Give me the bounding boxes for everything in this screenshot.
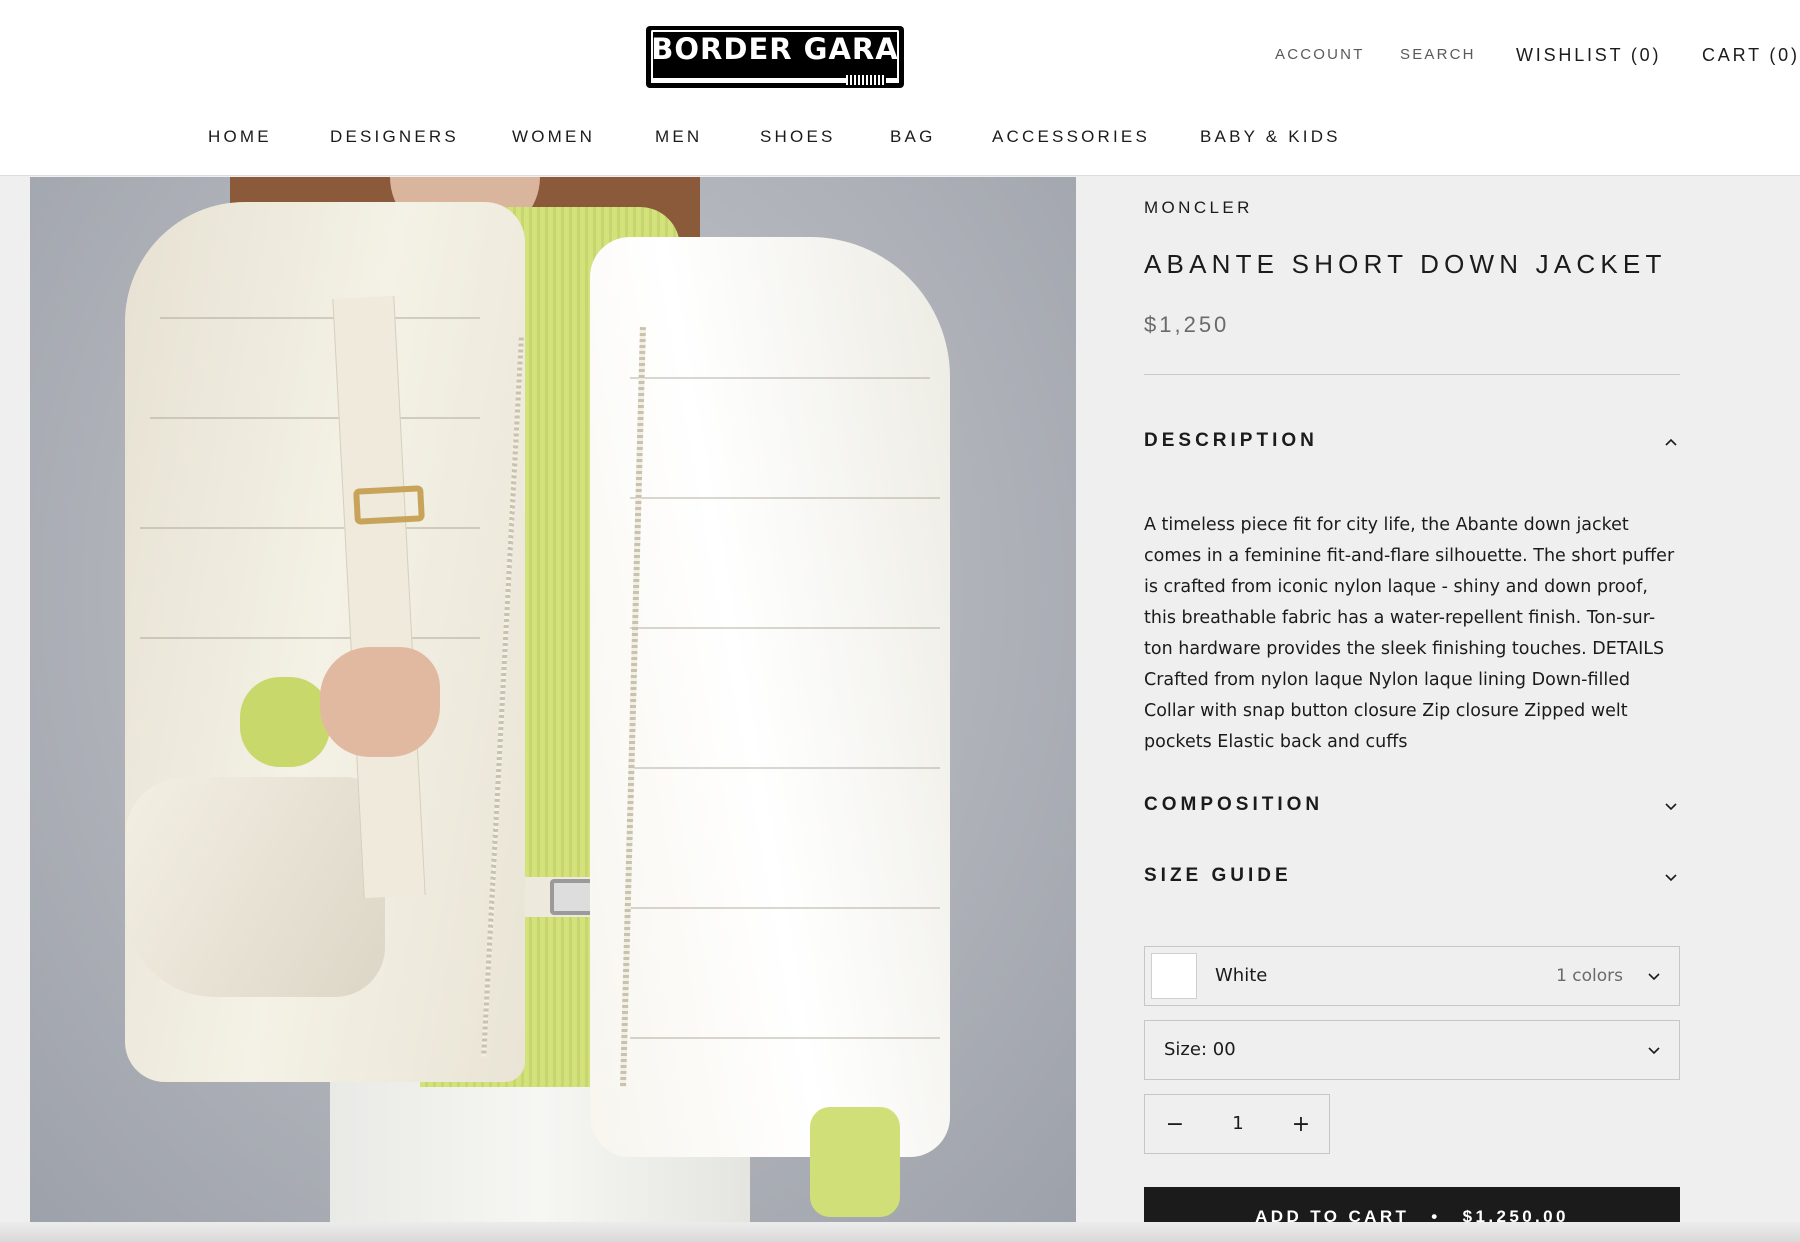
jacket-quilt-line [160, 317, 480, 319]
nav-item-home[interactable]: HOME [208, 127, 272, 147]
left-cuff [240, 677, 330, 767]
size-guide-title: SIZE GUIDE [1144, 865, 1292, 886]
jacket-quilt-line [630, 767, 940, 769]
product-vendor[interactable]: MONCLER [1144, 198, 1253, 218]
window-bottom-edge [0, 1222, 1800, 1242]
product-title: ABANTE SHORT DOWN JACKET [1144, 249, 1667, 279]
search-link[interactable]: SEARCH [1400, 46, 1476, 63]
composition-title: COMPOSITION [1144, 794, 1324, 815]
quantity-value[interactable]: 1 [1205, 1095, 1271, 1153]
jacket-quilt-line [630, 1037, 940, 1039]
logo-barcode [846, 75, 886, 85]
description-toggle[interactable]: DESCRIPTION [1144, 427, 1680, 457]
product-image[interactable] [30, 177, 1076, 1222]
size-label: Size: 00 [1164, 1039, 1236, 1060]
quantity-decrease-button[interactable]: − [1145, 1095, 1205, 1153]
jacket-quilt-line [630, 497, 940, 499]
right-cuff [810, 1107, 900, 1217]
composition-toggle[interactable]: COMPOSITION [1144, 791, 1680, 821]
size-guide-toggle[interactable]: SIZE GUIDE [1144, 862, 1680, 892]
chevron-down-icon [1648, 1047, 1660, 1055]
nav-item-women[interactable]: WOMEN [512, 127, 595, 147]
strap-buckle [353, 485, 425, 525]
color-name: White [1215, 965, 1268, 986]
description-text: A timeless piece fit for city life, the … [1144, 515, 1675, 752]
nav-item-accessories[interactable]: ACCESSORIES [992, 127, 1150, 147]
color-selector[interactable]: White 1 colors [1144, 946, 1680, 1006]
chevron-up-icon [1665, 438, 1677, 446]
model-hand [320, 647, 440, 757]
jacket-quilt-line [630, 627, 940, 629]
description-title: DESCRIPTION [1144, 430, 1318, 451]
cart-link[interactable]: CART (0) [1702, 45, 1800, 66]
jacket-quilt-line [140, 637, 480, 639]
puffer-bag [125, 777, 385, 997]
nav-item-baby-kids[interactable]: BABY & KIDS [1200, 127, 1341, 147]
chevron-down-icon [1665, 874, 1677, 882]
color-count: 1 colors [1556, 966, 1623, 986]
nav-item-bag[interactable]: BAG [890, 127, 936, 147]
color-swatch[interactable] [1151, 953, 1197, 999]
wishlist-link[interactable]: WISHLIST (0) [1516, 45, 1661, 66]
divider [1144, 374, 1680, 375]
size-selector[interactable]: Size: 00 [1144, 1020, 1680, 1080]
quantity-stepper: − 1 + [1144, 1094, 1330, 1154]
nav-item-shoes[interactable]: SHOES [760, 127, 836, 147]
account-link[interactable]: ACCOUNT [1275, 46, 1365, 63]
nav-item-designers[interactable]: DESIGNERS [330, 127, 459, 147]
logo-text: BORDER GARA [651, 32, 899, 66]
product-price: $1,250 [1144, 312, 1230, 337]
jacket-quilt-line [150, 417, 480, 419]
chevron-down-icon [1648, 973, 1660, 981]
jacket-quilt-line [630, 377, 930, 379]
jacket-quilt-line [630, 907, 940, 909]
main-nav: HOME DESIGNERS WOMEN MEN SHOES BAG ACCES… [0, 127, 1800, 151]
quantity-increase-button[interactable]: + [1271, 1095, 1331, 1153]
brand-logo[interactable]: BORDER GARA [646, 26, 904, 88]
site-header: BORDER GARA ACCOUNT SEARCH WISHLIST (0) … [0, 0, 1800, 176]
jacket-quilt-line [140, 527, 480, 529]
nav-item-men[interactable]: MEN [655, 127, 702, 147]
chevron-down-icon [1665, 803, 1677, 811]
